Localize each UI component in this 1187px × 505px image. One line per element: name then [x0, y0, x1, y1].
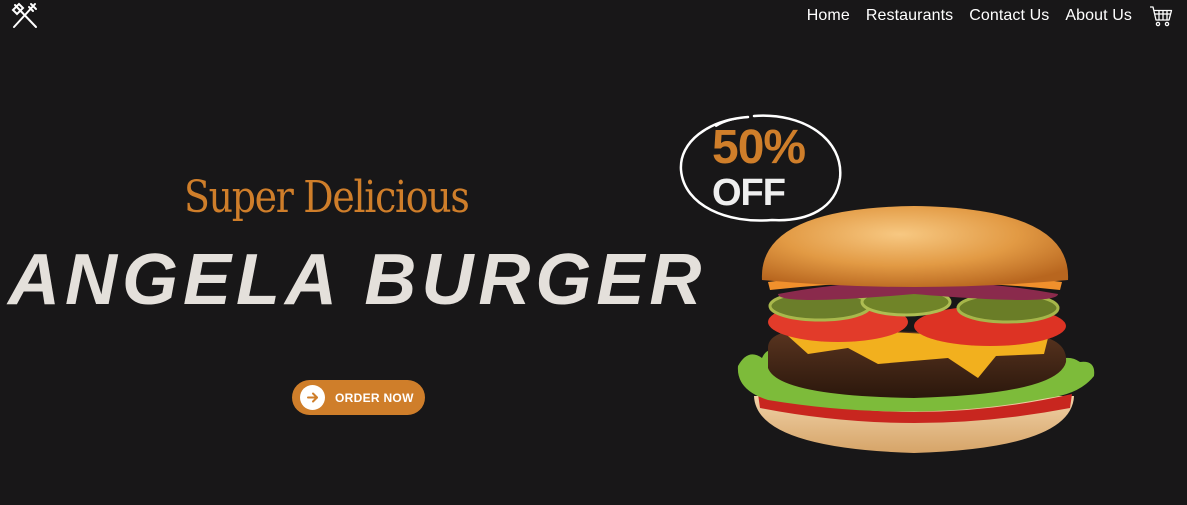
shopping-cart-icon[interactable] [1149, 5, 1173, 27]
nav-link-restaurants[interactable]: Restaurants [866, 7, 953, 25]
burger-image [737, 206, 1095, 453]
landing-page: Home Restaurants Contact Us About Us Sup… [0, 0, 1187, 505]
order-now-label: ORDER NOW [335, 390, 414, 405]
badge-amount: 50% [712, 121, 806, 174]
hero-tagline: Super Delicious [184, 172, 470, 223]
nav-link-home[interactable]: Home [807, 7, 850, 25]
nav-link-about[interactable]: About Us [1065, 7, 1132, 25]
hero-title: ANGELA BURGER [8, 240, 707, 320]
main-nav: Home Restaurants Contact Us About Us [807, 5, 1173, 27]
nav-link-contact[interactable]: Contact Us [969, 7, 1049, 25]
fork-knife-icon[interactable] [10, 1, 40, 31]
arrow-right-icon [300, 385, 325, 410]
order-now-button[interactable]: ORDER NOW [292, 380, 425, 415]
